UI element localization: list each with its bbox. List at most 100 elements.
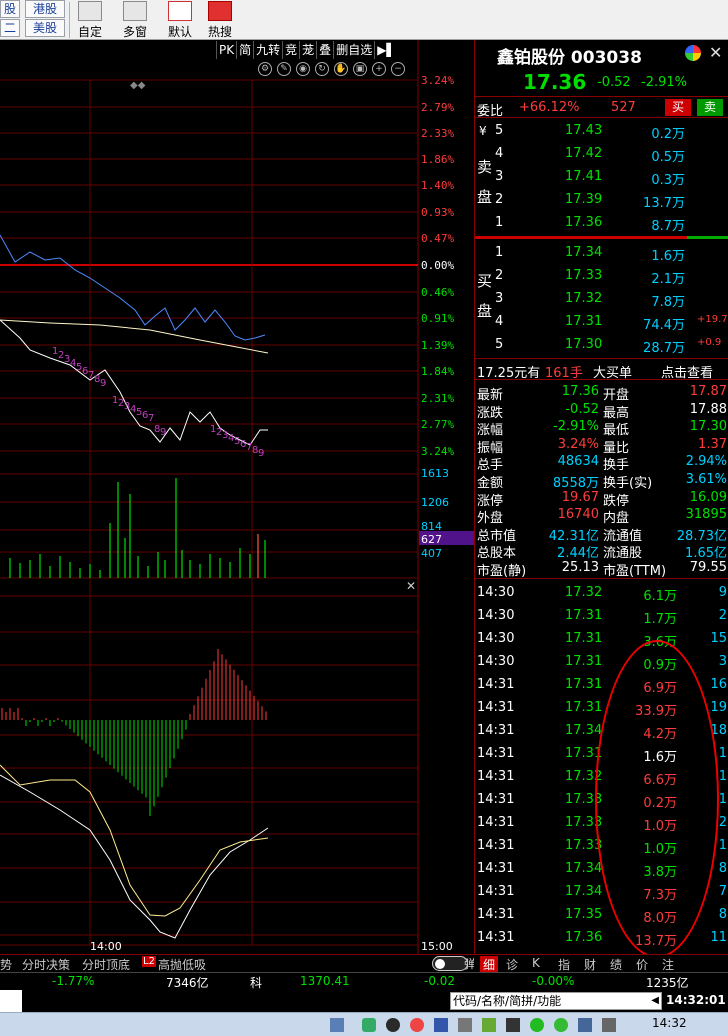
chart-toolbar: PK 简九转竞茏叠删自选 ▶▌ <box>216 41 398 59</box>
buy-order-row[interactable]: 5 17.30 28.7万 +0.9 <box>475 334 728 356</box>
buy-button[interactable]: 买 <box>665 99 691 116</box>
wechat-icon[interactable] <box>530 1018 544 1032</box>
tray-icon-5[interactable] <box>434 1018 448 1032</box>
tab-4[interactable]: 财 <box>584 956 596 973</box>
chart-toolbar-item[interactable]: ▶▌ <box>374 41 397 59</box>
tab-7[interactable]: 注 <box>662 956 674 973</box>
tab-intraday-top-bottom[interactable]: 分时顶底 <box>82 956 130 973</box>
pct-axis-label: 3.24% <box>421 74 454 87</box>
stat-label: 市盈(静) <box>477 564 527 579</box>
pct-axis-label: 2.77% <box>421 418 454 431</box>
order-volume: 0.3万 <box>651 173 685 188</box>
order-volume: 7.8万 <box>651 295 685 310</box>
tab-2[interactable]: K <box>532 956 540 970</box>
stat-value: 3.61% <box>685 472 727 487</box>
sell-order-row[interactable]: 2 17.39 13.7万 <box>475 189 728 211</box>
tray-icon-4[interactable] <box>410 1018 424 1032</box>
eye-icon[interactable]: ◉ <box>296 62 310 76</box>
tab-1[interactable]: 诊 <box>506 956 518 973</box>
index-pct-1: -1.77% <box>52 974 95 988</box>
volume-axis-label: 407 <box>421 547 442 560</box>
buy-order-row[interactable]: 3 17.32 7.8万 <box>475 288 728 310</box>
chart-toolbar-item[interactable]: PK <box>216 41 236 59</box>
tray-icon-8[interactable] <box>506 1018 520 1032</box>
chart-toolbar-item[interactable]: 删自选 <box>333 41 374 59</box>
tab-6[interactable]: 价 <box>636 956 648 973</box>
big-order-hands: 161手 <box>545 366 583 381</box>
tray-icon-12[interactable] <box>602 1018 616 1032</box>
hand-icon[interactable]: ✋ <box>334 62 348 76</box>
toolbar-btn-stock[interactable]: 股 <box>0 0 20 18</box>
chart-toolbar-item[interactable]: 九转 <box>253 41 282 59</box>
tick-price: 17.34 <box>565 884 603 899</box>
us-stock-button[interactable]: 美股 <box>25 19 65 37</box>
stat-row: 总手 48634 换手 2.94% <box>475 454 728 473</box>
color-wheel-icon[interactable] <box>685 45 701 61</box>
tab-5[interactable]: 绩 <box>610 956 622 973</box>
price-change-pct: -2.91% <box>641 75 687 90</box>
toolbar-btn-two[interactable]: 二 <box>0 19 20 37</box>
cycle-icon[interactable]: ↻ <box>315 62 329 76</box>
tab-3[interactable]: 指 <box>558 956 570 973</box>
tick-time: 14:31 <box>477 792 515 807</box>
pct-axis-label: 3.24% <box>421 445 454 458</box>
pen-icon[interactable]: ✎ <box>277 62 291 76</box>
chart-toolbar-item[interactable]: 茏 <box>299 41 316 59</box>
tray-icon-10[interactable] <box>554 1018 568 1032</box>
intraday-chart[interactable]: ✕ ◆◆ 3.24% 2.79% 2.33% 1.86% 1.40% 0.93% 0.47% 0.… <box>0 40 474 954</box>
hot-search-button[interactable]: 热搜 <box>202 0 238 40</box>
tray-icon-11[interactable] <box>578 1018 592 1032</box>
chart-toolbar-item[interactable]: 叠 <box>316 41 333 59</box>
volume-axis-label: 627 <box>421 533 442 546</box>
zoom-in-icon[interactable]: + <box>372 62 386 76</box>
buy-order-row[interactable]: 4 17.31 74.4万 +19.7 <box>475 311 728 333</box>
stat-label: 内盘 <box>603 511 630 527</box>
tab-intraday-decision[interactable]: 分时决策 <box>22 956 70 973</box>
code-search-input[interactable]: 代码/名称/简拼/功能 ◀ <box>450 992 662 1010</box>
price-row: 17.36 -0.52 -2.91% <box>475 70 728 94</box>
tick-time: 14:31 <box>477 838 515 853</box>
chart-toolbar-item[interactable]: 竞 <box>282 41 299 59</box>
order-volume: 0.5万 <box>651 150 685 165</box>
lock-icon[interactable]: ▣ <box>353 62 367 76</box>
close-icon[interactable]: ✕ <box>709 43 722 62</box>
chart-tool-icons: ⚙ ✎ ◉ ↻ ✋ ▣ + − <box>258 62 405 76</box>
tab-high-sell-low-buy[interactable]: 高抛低吸 <box>158 956 206 973</box>
hk-stock-button[interactable]: 港股 <box>25 0 65 18</box>
tick-price: 17.31 <box>565 677 603 692</box>
countdown-digit: 9 <box>100 378 106 389</box>
qq-icon[interactable] <box>386 1018 400 1032</box>
default-button[interactable]: 默认 <box>162 0 198 40</box>
volume-axis-label: 1613 <box>421 467 449 480</box>
sell-order-row[interactable]: 5 17.43 0.2万 <box>475 120 728 142</box>
stat-label: 涨幅 <box>477 423 504 439</box>
commission-row: 委比 +66.12% 527 买 卖 <box>475 96 728 119</box>
sell-order-row[interactable]: 1 17.36 8.7万 <box>475 212 728 234</box>
tick-count: 16 <box>710 677 727 692</box>
tab-trend[interactable]: 势 <box>0 956 12 973</box>
stat-value: 17.30 <box>689 419 727 435</box>
big-order-label: 大买单 <box>593 366 633 381</box>
tray-icon-1[interactable] <box>330 1018 344 1032</box>
buy-order-row[interactable]: 1 17.34 1.6万 <box>475 242 728 264</box>
big-order-view-link[interactable]: 点击查看 <box>661 362 713 381</box>
nvidia-icon[interactable] <box>482 1018 496 1032</box>
settings-icon[interactable]: ⚙ <box>258 62 272 76</box>
sell-order-row[interactable]: 3 17.41 0.3万 <box>475 166 728 188</box>
tick-time: 14:31 <box>477 769 515 784</box>
popup-toggle[interactable]: 弹 <box>432 956 476 971</box>
tray-icon-6[interactable] <box>458 1018 472 1032</box>
tab-0[interactable]: 细 <box>480 956 499 973</box>
custom-button[interactable]: 自定 <box>72 0 108 40</box>
tick-price: 17.31 <box>565 631 603 646</box>
zoom-out-icon[interactable]: − <box>391 62 405 76</box>
multi-window-button[interactable]: 多窗 <box>114 0 156 40</box>
countdown-digit: 9 <box>258 448 264 459</box>
sell-button[interactable]: 卖 <box>697 99 723 116</box>
stat-label: 流通股 <box>603 546 643 562</box>
tray-icon-2[interactable] <box>362 1018 376 1032</box>
search-dropdown-icon[interactable]: ◀ <box>651 993 659 1009</box>
sell-order-row[interactable]: 4 17.42 0.5万 <box>475 143 728 165</box>
chart-toolbar-item[interactable]: 简 <box>236 41 253 59</box>
buy-order-row[interactable]: 2 17.33 2.1万 <box>475 265 728 287</box>
